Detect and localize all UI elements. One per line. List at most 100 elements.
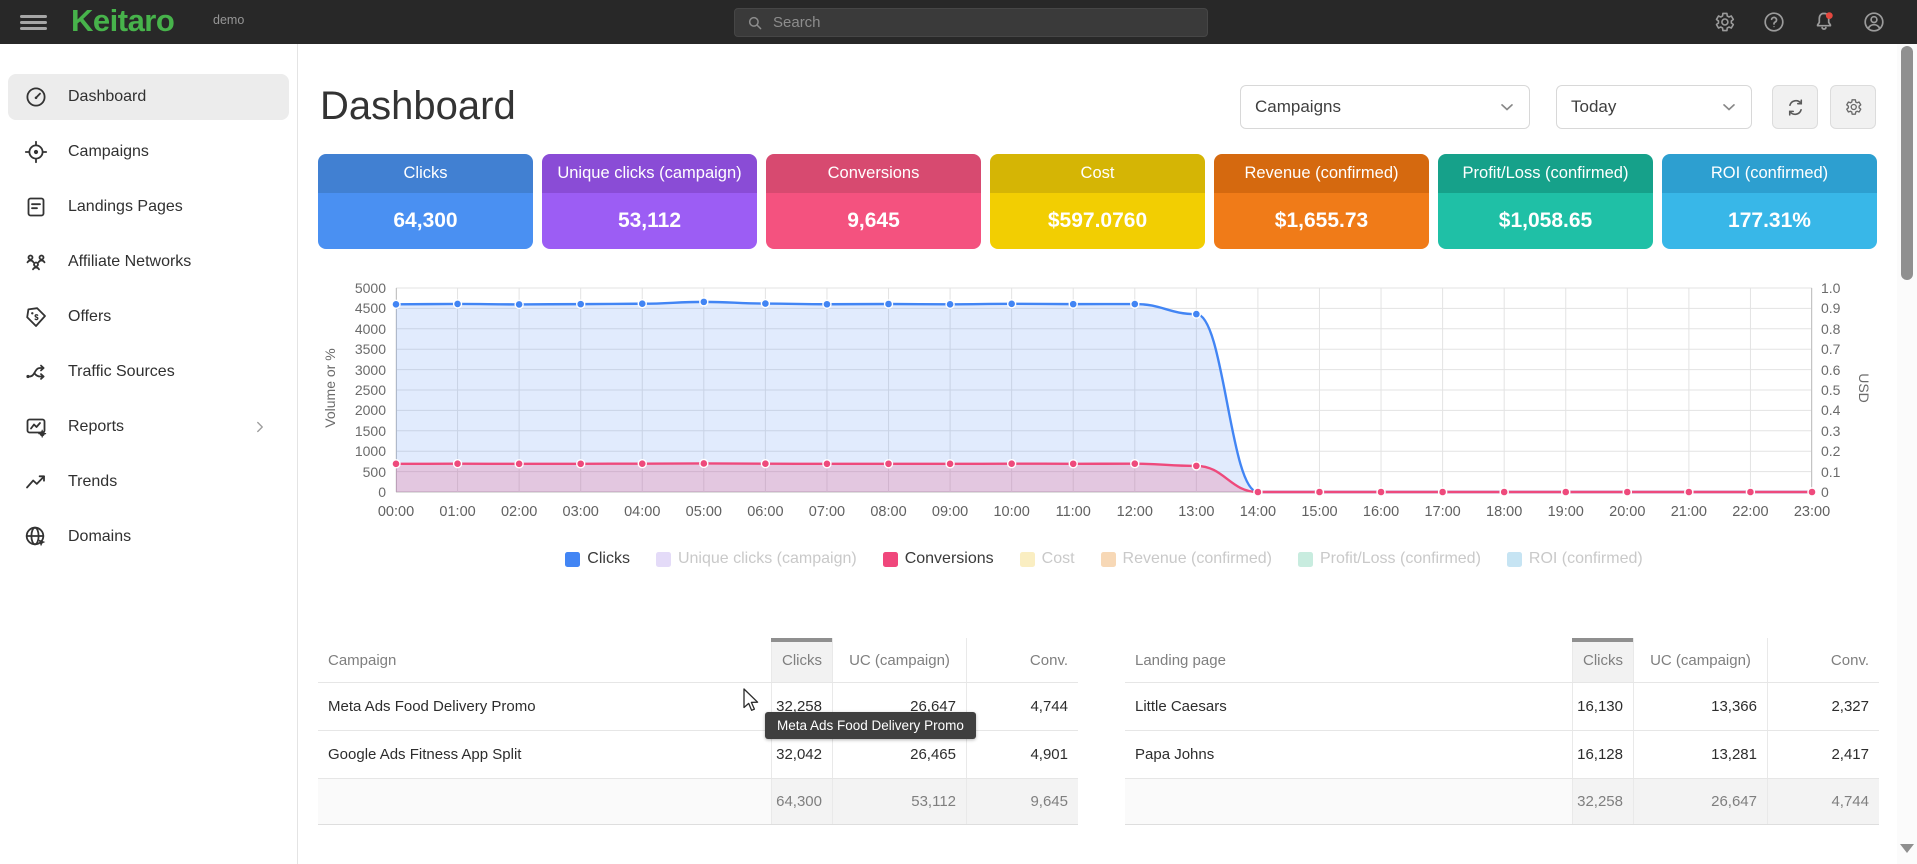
metric-card-revenue-confirmed-: Revenue (confirmed)$1,655.73 [1214,154,1429,249]
cell [1125,779,1572,824]
table-footer: 32,25826,6474,744 [1125,779,1879,825]
x-axis-tick: 08:00 [858,504,920,520]
bell-icon[interactable] [1812,10,1836,34]
topbar: Keitaro demo [0,0,1917,44]
table-row[interactable]: Papa Johns16,12813,2812,417 [1125,731,1879,779]
chart-legend: Clicks Unique clicks (campaign) Conversion… [396,550,1812,568]
x-axis-tick: 03:00 [550,504,612,520]
column-header[interactable]: Conv. [966,638,1078,682]
sidebar-item-trends[interactable]: Trends [8,459,289,505]
legend-item-revenue-confirmed-[interactable]: Revenue (confirmed) [1101,550,1272,568]
legend-item-unique-clicks-campaign-[interactable]: Unique clicks (campaign) [656,550,857,568]
y-axis-tick: 1500 [334,423,386,439]
metric-card-cost: Cost$597.0760 [990,154,1205,249]
legend-label: Conversions [905,550,994,568]
metric-value: 9,645 [766,193,981,249]
y2-axis-tick: 0.7 [1821,341,1840,357]
gauge-icon [24,85,48,109]
legend-label: Clicks [587,550,630,568]
y-axis-tick: 2000 [334,402,386,418]
column-header[interactable]: Conv. [1767,638,1879,682]
x-axis-tick: 22:00 [1719,504,1781,520]
column-header[interactable]: Campaign [318,638,771,682]
legend-item-conversions[interactable]: Conversions [883,550,994,568]
y2-axis-tick: 0.5 [1821,382,1840,398]
column-header[interactable]: Clicks [1572,638,1633,682]
date-range-select[interactable]: Today [1556,85,1752,129]
refresh-icon [1785,97,1806,118]
sidebar-item-label: Landings Pages [68,198,183,216]
sidebar-item-dashboard[interactable]: Dashboard [8,74,289,120]
legend-item-cost[interactable]: Cost [1020,550,1075,568]
sidebar-item-traffic-sources[interactable]: Traffic Sources [8,349,289,395]
app-logo: Keitaro [71,3,174,39]
notification-dot [1826,12,1833,19]
x-axis-tick: 05:00 [673,504,735,520]
cell: Meta Ads Food Delivery Promo [318,683,771,730]
sidebar-item-reports[interactable]: Reports [8,404,289,450]
column-header[interactable]: Landing page [1125,638,1572,682]
cell: 53,112 [832,779,966,824]
sidebar-item-label: Trends [68,473,117,491]
sidebar-item-label: Dashboard [68,88,146,106]
column-header[interactable]: Clicks [771,638,832,682]
table-header-row: Landing pageClicksUC (campaign)Conv. [1125,638,1879,683]
column-header[interactable]: UC (campaign) [1633,638,1767,682]
x-axis-tick: 23:00 [1781,504,1843,520]
legend-item-clicks[interactable]: Clicks [565,550,630,568]
sidebar-item-landings-pages[interactable]: Landings Pages [8,184,289,230]
x-axis-tick: 13:00 [1165,504,1227,520]
table-row[interactable]: Little Caesars16,13013,3662,327 [1125,683,1879,731]
help-icon[interactable] [1762,10,1786,34]
scroll-down-arrow-icon[interactable] [1900,844,1914,853]
global-search[interactable] [734,8,1208,37]
chevron-down-icon [1719,97,1739,117]
cell: 16,130 [1572,683,1633,730]
search-input[interactable] [773,14,1173,31]
legend-swatch [656,552,671,567]
metric-label: Clicks [318,154,533,193]
table-footer: 64,30053,1129,645 [318,779,1078,825]
sort-indicator [1572,638,1633,642]
report-icon [24,415,48,439]
column-header[interactable]: UC (campaign) [832,638,966,682]
y2-axis-tick: 0 [1821,484,1829,500]
hamburger-menu-icon[interactable] [20,15,47,30]
metric-value: 64,300 [318,193,533,249]
cell: 4,901 [966,731,1078,778]
sidebar-item-domains[interactable]: Domains [8,514,289,560]
sidebar-item-offers[interactable]: Offers [8,294,289,340]
metric-card-roi-confirmed-: ROI (confirmed)177.31% [1662,154,1877,249]
cell: Papa Johns [1125,731,1572,778]
metric-cards: Clicks64,300Unique clicks (campaign)53,1… [318,154,1877,249]
legend-item-roi-confirmed-[interactable]: ROI (confirmed) [1507,550,1643,568]
gear-icon[interactable] [1712,10,1736,34]
scrollbar-thumb[interactable] [1901,46,1913,280]
refresh-button[interactable] [1772,85,1818,129]
x-axis-tick: 15:00 [1288,504,1350,520]
keitaro-dashboard: Keitaro demo Dashboard Campaigns Landings … [0,0,1917,864]
metric-value: 53,112 [542,193,757,249]
cell: 13,366 [1633,683,1767,730]
cell [318,779,771,824]
legend-swatch [1298,552,1313,567]
cell: 2,417 [1767,731,1879,778]
sidebar-item-campaigns[interactable]: Campaigns [8,129,289,175]
x-axis-tick: 20:00 [1596,504,1658,520]
legend-item-profit-loss-confirmed-[interactable]: Profit/Loss (confirmed) [1298,550,1481,568]
chart-settings-button[interactable] [1830,85,1876,129]
y2-axis-tick: 0.6 [1821,362,1840,378]
y-axis-tick: 3500 [334,341,386,357]
x-axis-tick: 07:00 [796,504,858,520]
sidebar-item-affiliate-networks[interactable]: Affiliate Networks [8,239,289,285]
sort-indicator [771,638,832,642]
cell: 4,744 [1767,779,1879,824]
user-icon[interactable] [1862,10,1886,34]
pages-icon [24,195,48,219]
entity-select[interactable]: Campaigns [1240,85,1530,129]
metric-label: Cost [990,154,1205,193]
sidebar-item-label: Reports [68,418,124,436]
metric-card-profit-loss-confirmed-: Profit/Loss (confirmed)$1,058.65 [1438,154,1653,249]
y-axis-tick: 4000 [334,321,386,337]
y2-axis-tick: 0.3 [1821,423,1840,439]
